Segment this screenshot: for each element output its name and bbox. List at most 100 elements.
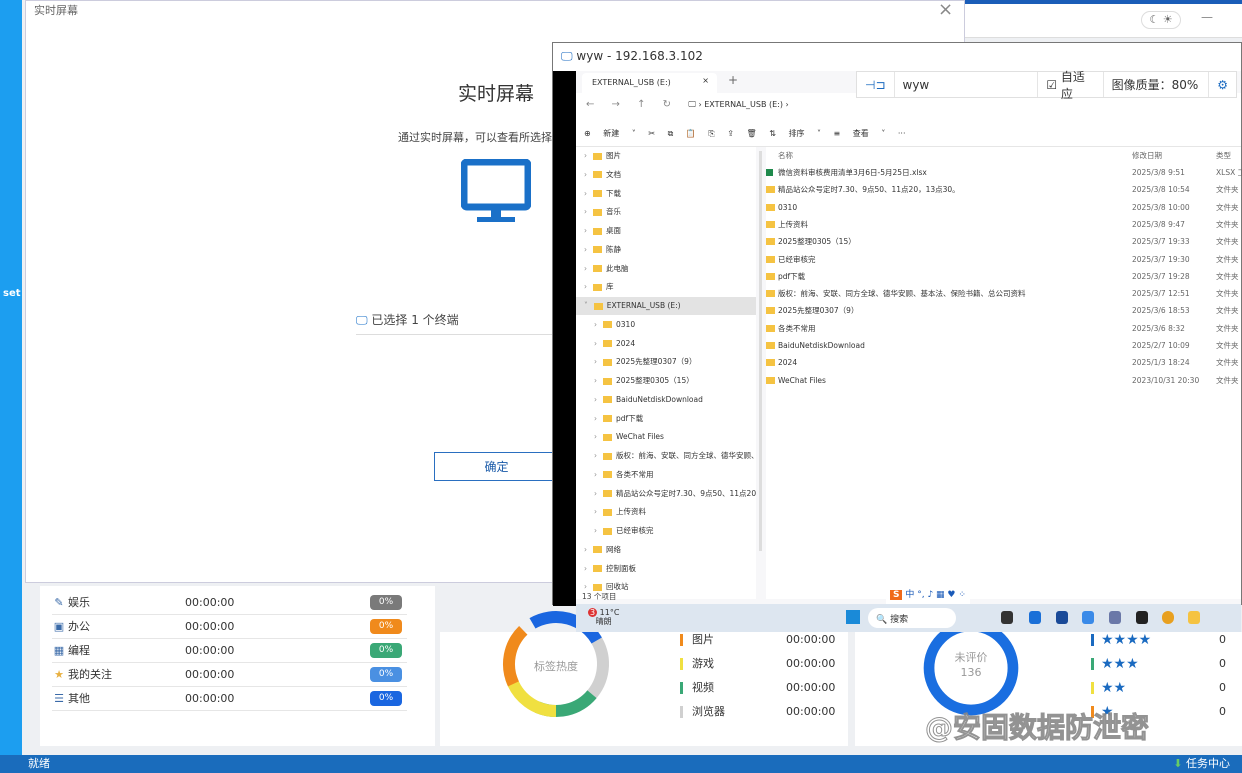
ime-icons[interactable]: 中 °, ♪ ▦ ♥ ⁘ xyxy=(905,590,966,600)
chevron-right-icon[interactable]: › xyxy=(584,207,587,216)
tree-item[interactable]: › 各类不常用 xyxy=(576,466,756,484)
file-row[interactable]: 微信资料审核费用清单3月6日-5月25日.xlsx 2025/3/8 9:51 XL… xyxy=(766,164,1242,181)
chevron-right-icon[interactable]: › xyxy=(584,282,587,291)
tree-item[interactable]: › 版权：前海、安联、同方全球、德华安顾、基 xyxy=(576,447,756,465)
chevron-right-icon[interactable]: › xyxy=(584,189,587,198)
file-row[interactable]: 2025先整理0307（9） 2025/3/6 18:53 文件夹 xyxy=(766,302,1241,319)
tree-item[interactable]: › WeChat Files xyxy=(576,428,756,446)
tree-item[interactable]: › 桌面 xyxy=(576,222,756,240)
chevron-right-icon[interactable]: › xyxy=(584,564,587,573)
chevron-right-icon[interactable]: › xyxy=(594,414,597,423)
chevron-right-icon[interactable]: › xyxy=(594,526,597,535)
tree-item[interactable]: › 此电脑 xyxy=(576,260,756,278)
file-type: 文件夹 xyxy=(1216,375,1239,385)
app-icon[interactable] xyxy=(1001,611,1013,624)
tree-item-label: 版权：前海、安联、同方全球、德华安顾、基 xyxy=(616,451,756,460)
start-button-icon[interactable] xyxy=(846,610,860,624)
tree-item[interactable]: › 已经审核完 xyxy=(576,522,756,540)
tree-item[interactable]: › 2025先整理0307（9） xyxy=(576,353,756,371)
file-row[interactable]: 已经审核完 2025/3/7 19:30 文件夹 xyxy=(766,251,1241,268)
folder-icon xyxy=(603,377,612,385)
chevron-right-icon[interactable]: › xyxy=(594,357,597,366)
close-button[interactable]: × xyxy=(938,0,953,20)
checkbox-icon[interactable]: ☑ xyxy=(1046,78,1057,92)
minimize-button[interactable]: — xyxy=(1201,10,1213,24)
tree-item[interactable]: › 精品站公众号定时7.30、9点50、11点20，1 xyxy=(576,485,756,503)
file-row[interactable]: 精品站公众号定时7.30、9点50、11点20，13点30。 2025/3/8 1… xyxy=(766,181,1241,198)
edge-icon[interactable] xyxy=(1029,611,1041,624)
image-quality[interactable]: 图像质量：80% xyxy=(1104,72,1210,97)
confirm-button[interactable]: 确定 xyxy=(434,452,559,481)
chevron-right-icon[interactable]: › xyxy=(594,507,597,516)
column-date[interactable]: 修改日期 xyxy=(1132,147,1162,164)
tree-item-label: 各类不常用 xyxy=(616,469,654,479)
command-bar[interactable]: ⊕ 新建 ˅ ✂ ⧉ 📋 ⎘ ⇪ 🗑 ⇅ 排序 ˅ ≡ 查看 ˅ ··· xyxy=(576,119,1241,147)
chrome-icon[interactable] xyxy=(1162,611,1174,624)
chevron-right-icon[interactable]: › xyxy=(584,245,587,254)
tree-item[interactable]: › 0310 xyxy=(576,316,756,334)
tree-item[interactable]: › 文档 xyxy=(576,166,756,184)
chevron-right-icon[interactable]: › xyxy=(594,451,597,460)
column-type[interactable]: 类型 xyxy=(1216,147,1231,164)
chevron-right-icon[interactable]: › xyxy=(594,376,597,385)
pin-button[interactable]: ⊣⊐ xyxy=(857,72,895,97)
chevron-right-icon[interactable]: › xyxy=(594,320,597,329)
file-row[interactable]: pdf下载 2025/3/7 19:28 文件夹 xyxy=(766,268,1241,285)
tab-close-icon[interactable]: × xyxy=(702,76,709,85)
path-breadcrumb[interactable]: 🖵 › EXTERNAL_USB (E:) › xyxy=(688,100,789,109)
chevron-right-icon[interactable]: › xyxy=(584,170,587,179)
chevron-right-icon[interactable]: › xyxy=(584,151,587,160)
tree-item[interactable]: › 2024 xyxy=(576,335,756,353)
file-row[interactable]: 各类不常用 2025/3/6 8:32 文件夹 xyxy=(766,320,1241,337)
file-row[interactable]: 2025整理0305（15） 2025/3/7 19:33 文件夹 xyxy=(766,233,1241,250)
new-tab-button[interactable]: + xyxy=(728,73,738,87)
column-name[interactable]: 名称 xyxy=(778,147,793,164)
chevron-right-icon[interactable]: › xyxy=(594,339,597,348)
remote-title-bar: 🖵 wyw - 192.168.3.102 xyxy=(553,43,1241,71)
auto-fit-checkbox[interactable]: ☑ 自适应 xyxy=(1038,70,1104,101)
chevron-right-icon[interactable]: › xyxy=(584,582,587,591)
desktop-icon-label[interactable]: set xyxy=(3,288,21,299)
task-center-button[interactable]: ⬇ 任务中心 xyxy=(1173,755,1230,773)
tree-item[interactable]: › 2025整理0305（15） xyxy=(576,372,756,390)
file-row[interactable]: BaiduNetdiskDownload 2025/2/7 10:09 文件夹 xyxy=(766,337,1241,354)
folder-icon xyxy=(766,376,775,384)
folder-icon[interactable] xyxy=(1188,611,1200,624)
tree-item[interactable]: › 上传资料 xyxy=(576,503,756,521)
tab-external-usb[interactable]: EXTERNAL_USB (E:) × xyxy=(582,73,717,93)
file-row[interactable]: 版权：前海、安联、同方全球、德华安顾、基本法、保险书籍、总公司资料 2025/3/… xyxy=(766,285,1241,302)
ime-toolbar[interactable]: S 中 °, ♪ ▦ ♥ ⁘ xyxy=(886,586,970,604)
chevron-right-icon[interactable]: › xyxy=(594,395,597,404)
tree-item[interactable]: › pdf下载 xyxy=(576,410,756,428)
theme-toggle[interactable]: ☾ ☀ xyxy=(1141,11,1181,29)
settings-gear-icon[interactable]: ⚙ xyxy=(1209,72,1236,97)
tree-item[interactable]: › 库 xyxy=(576,278,756,296)
taskbar-search[interactable]: 🔍 搜索 xyxy=(868,608,956,628)
file-row[interactable]: 0310 2025/3/8 10:00 文件夹 xyxy=(766,199,1241,216)
nav-buttons[interactable]: ← → ↑ ↻ xyxy=(586,99,671,110)
chevron-right-icon[interactable]: › xyxy=(584,264,587,273)
tree-item[interactable]: › 音乐 xyxy=(576,203,756,221)
chevron-right-icon[interactable]: › xyxy=(584,545,587,554)
tree-item[interactable]: › 下载 xyxy=(576,185,756,203)
file-row[interactable]: 上传资料 2025/3/8 9:47 文件夹 xyxy=(766,216,1241,233)
chevron-down-icon[interactable]: ˅ xyxy=(584,301,588,310)
tree-item[interactable]: › 控制面板 xyxy=(576,560,756,578)
store-icon[interactable] xyxy=(1056,611,1068,624)
tree-item[interactable]: › 图片 xyxy=(576,147,756,165)
tree-item[interactable]: ˅ EXTERNAL_USB (E:) xyxy=(576,297,756,315)
tree-item[interactable]: › 网络 xyxy=(576,541,756,559)
weather-widget[interactable]: 3 11°C 晴朗 xyxy=(588,608,619,626)
app-icon[interactable] xyxy=(1082,611,1094,624)
chevron-right-icon[interactable]: › xyxy=(594,470,597,479)
chevron-right-icon[interactable]: › xyxy=(594,489,597,498)
file-row[interactable]: WeChat Files 2023/10/31 20:30 文件夹 xyxy=(766,372,1241,389)
file-row[interactable]: 2024 2025/1/3 18:24 文件夹 xyxy=(766,354,1241,371)
chevron-right-icon[interactable]: › xyxy=(584,226,587,235)
tree-item[interactable]: › BaiduNetdiskDownload xyxy=(576,391,756,409)
tree-item[interactable]: › 陈静 xyxy=(576,241,756,259)
scrollbar[interactable] xyxy=(759,151,762,551)
chevron-right-icon[interactable]: › xyxy=(594,432,597,441)
app-icon[interactable] xyxy=(1136,611,1148,624)
app-icon[interactable] xyxy=(1109,611,1121,624)
